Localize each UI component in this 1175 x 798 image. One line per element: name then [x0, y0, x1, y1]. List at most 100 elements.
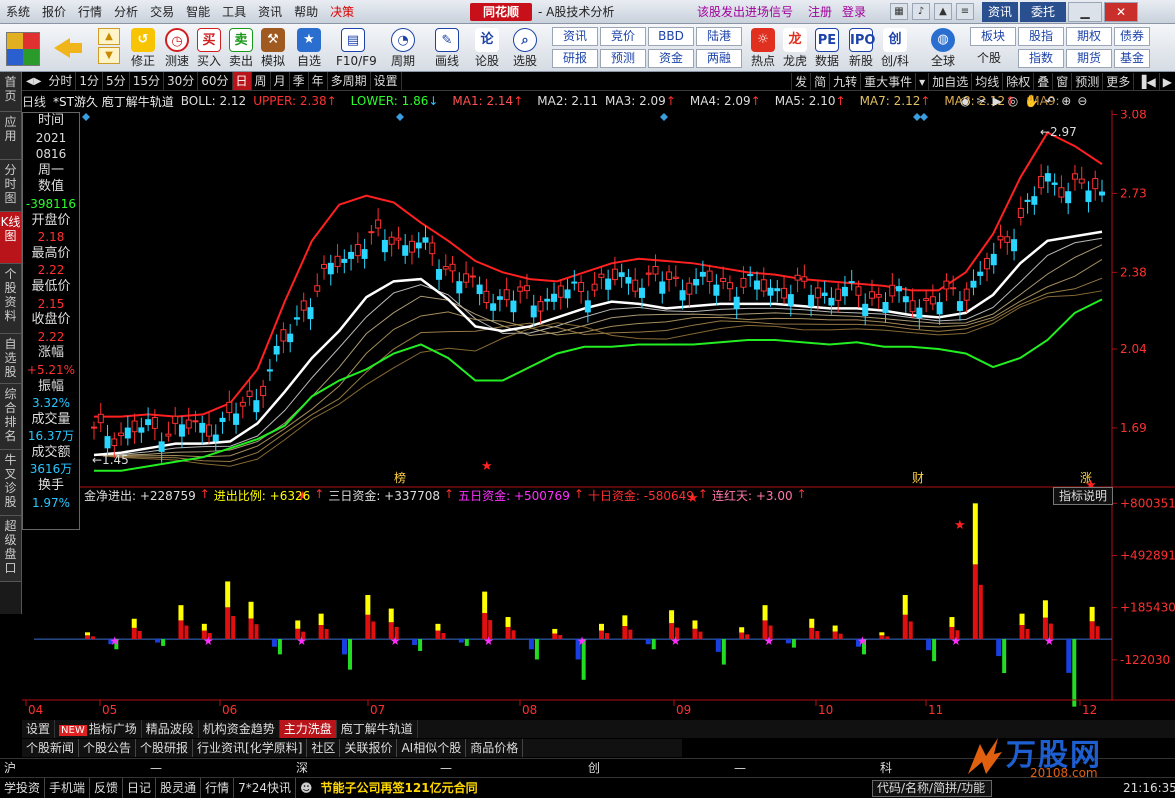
period-tab[interactable]: 周 [252, 72, 271, 90]
tab-ai-similar[interactable]: AI相似个股 [397, 739, 467, 757]
tab-community[interactable]: 社区 [307, 739, 341, 757]
quick-hk-connect[interactable]: 陆港 [696, 27, 742, 46]
menu-trade[interactable]: 交易 [144, 0, 180, 24]
market-cy[interactable]: 创 [588, 759, 600, 777]
period-tab[interactable]: 多周期 [328, 72, 371, 90]
speedtest-button[interactable]: ◷ 测速 [160, 26, 194, 70]
market-sh[interactable]: 沪 [4, 759, 16, 777]
status-diary[interactable]: 日记 [123, 778, 157, 798]
period-tab[interactable]: 60分 [198, 72, 233, 90]
login-link[interactable]: 登录 [842, 0, 866, 24]
f10-button[interactable]: ▤ F10/F9 [336, 26, 377, 70]
quick-futures[interactable]: 期货 [1066, 49, 1112, 68]
back-arrow-icon[interactable] [50, 30, 86, 66]
global-button[interactable]: ◍ 全球 [926, 26, 960, 70]
quick-bonds[interactable]: 债券 [1114, 27, 1150, 46]
tab-announcements[interactable]: 个股公告 [79, 739, 137, 757]
sell-button[interactable]: 卖卖出 [224, 26, 258, 70]
indicator-institution[interactable]: 机构资金趋势 [199, 720, 280, 738]
quick-auction[interactable]: 竞价 [600, 27, 646, 46]
stock-name[interactable]: *ST游久 庖丁解牛轨道 [53, 93, 174, 110]
stock-button[interactable]: 个股 [972, 48, 1006, 70]
charts-area[interactable]: 3.082.732.382.041.69←2.97←1.45榜财涨 +80035… [22, 110, 1175, 718]
quick-sector[interactable]: 板块 [970, 27, 1016, 46]
indicator-track[interactable]: 庖丁解牛轨道 [337, 720, 418, 738]
tab-super-orderbook[interactable]: 超级盘口 [0, 516, 21, 582]
tab-stock-news[interactable]: 个股新闻 [22, 739, 80, 757]
tab-home[interactable]: 首页 [0, 72, 21, 112]
status-feedback[interactable]: 反馈 [90, 778, 124, 798]
period-tab[interactable]: 30分 [164, 72, 199, 90]
quick-funds[interactable]: 资金 [648, 49, 694, 68]
menu-analysis[interactable]: 分析 [108, 0, 144, 24]
status-learn[interactable]: 学投资 [0, 778, 46, 798]
hotspot-button[interactable]: ☼ 热点 [746, 26, 780, 70]
tab-intraday[interactable]: 分时图 [0, 160, 21, 212]
page-up-icon[interactable]: ▲ [98, 28, 120, 45]
ipo-button[interactable]: IPO 新股 [844, 26, 878, 70]
tab-industry-news[interactable]: 行业资讯[化学原料] [193, 739, 308, 757]
tool-window[interactable]: 窗 [1052, 72, 1071, 91]
period-tab[interactable]: 月 [271, 72, 290, 90]
data-button[interactable]: PE 数据 [810, 26, 844, 70]
indicator-explain-button[interactable]: 指标说明 [1053, 487, 1113, 505]
menu-market[interactable]: 行情 [72, 0, 108, 24]
tab-commodity[interactable]: 商品价格 [466, 739, 524, 757]
market-sz[interactable]: 深 [296, 759, 308, 777]
draw-line-button[interactable]: ✎ 画线 [430, 26, 464, 70]
quick-bbd[interactable]: BBD [648, 27, 694, 46]
period-tab[interactable]: 5分 [103, 72, 130, 90]
shirt-icon[interactable]: ▲ [934, 3, 952, 20]
buy-button[interactable]: 买买入 [192, 26, 226, 70]
tab-apps[interactable]: 应用 [0, 112, 21, 160]
period-tab-daily[interactable]: 日 [232, 72, 252, 90]
status-flash[interactable]: 7*24快讯 [234, 778, 296, 798]
tool-publish[interactable]: 发 [791, 72, 810, 91]
menu-icon[interactable]: ≡ [956, 3, 974, 20]
play-icon[interactable]: ▶ [993, 92, 1002, 110]
menu-tools[interactable]: 工具 [216, 0, 252, 24]
indicator-settings[interactable]: 设置 [22, 720, 56, 738]
quick-forecast[interactable]: 预测 [600, 49, 646, 68]
tool-adjust[interactable]: 除权 [1002, 72, 1033, 91]
tool-simple[interactable]: 简 [810, 72, 829, 91]
tool-nine-turn[interactable]: 九转 [829, 72, 860, 91]
dragon-tiger-button[interactable]: 龙龙虎 [778, 26, 812, 70]
tab-profile[interactable]: 个股资料 [0, 264, 21, 334]
status-market[interactable]: 行情 [201, 778, 235, 798]
period-tab[interactable]: 季 [290, 72, 309, 90]
period-tab[interactable]: 分时 [45, 72, 77, 90]
tab-diagnosis[interactable]: 牛叉诊股 [0, 450, 21, 516]
revise-button[interactable]: ↺ 修正 [126, 26, 160, 70]
menu-news[interactable]: 资讯 [252, 0, 288, 24]
chinext-star-button[interactable]: 创创/科 [878, 26, 912, 70]
tool-ma[interactable]: 均线 [971, 72, 1002, 91]
stock-picker-button[interactable]: ⌕ 选股 [508, 26, 542, 70]
menu-quote[interactable]: 报价 [36, 0, 72, 24]
period-settings[interactable]: 设置 [371, 72, 402, 90]
status-lingtong[interactable]: 股灵通 [156, 778, 202, 798]
menu-system[interactable]: 系统 [0, 0, 36, 24]
period-arrow-icon[interactable]: ◀▶ [22, 76, 45, 87]
quick-funds-b[interactable]: 基金 [1114, 49, 1150, 68]
tab-ranking[interactable]: 综合排名 [0, 384, 21, 450]
tool-overlay[interactable]: 叠 [1033, 72, 1052, 91]
tab-kline[interactable]: K线图 [0, 212, 21, 264]
tab-related-quotes[interactable]: 关联报价 [340, 739, 398, 757]
close-icon[interactable]: ✕ [1104, 2, 1138, 22]
tool-add-watch[interactable]: 加自选 [928, 72, 971, 91]
tool-dropdown-icon[interactable]: ▾ [915, 72, 928, 91]
quick-margin[interactable]: 两融 [696, 49, 742, 68]
quick-stock-index[interactable]: 股指 [1018, 27, 1064, 46]
zoom-out-icon[interactable]: ⊖ [1077, 92, 1087, 110]
status-mobile[interactable]: 手机端 [45, 778, 91, 798]
quick-index[interactable]: 指数 [1018, 49, 1064, 68]
skin-icon[interactable]: ▦ [890, 3, 908, 20]
quick-options[interactable]: 期权 [1066, 27, 1112, 46]
period-tab[interactable]: 15分 [130, 72, 164, 90]
tool-major-events[interactable]: 重大事件 [860, 72, 915, 91]
tool-more[interactable]: 更多 [1102, 72, 1133, 91]
hand-icon[interactable]: ✋ [1024, 92, 1039, 110]
market-kc[interactable]: 科 [880, 759, 892, 777]
news-button[interactable]: 资讯 [982, 2, 1018, 22]
